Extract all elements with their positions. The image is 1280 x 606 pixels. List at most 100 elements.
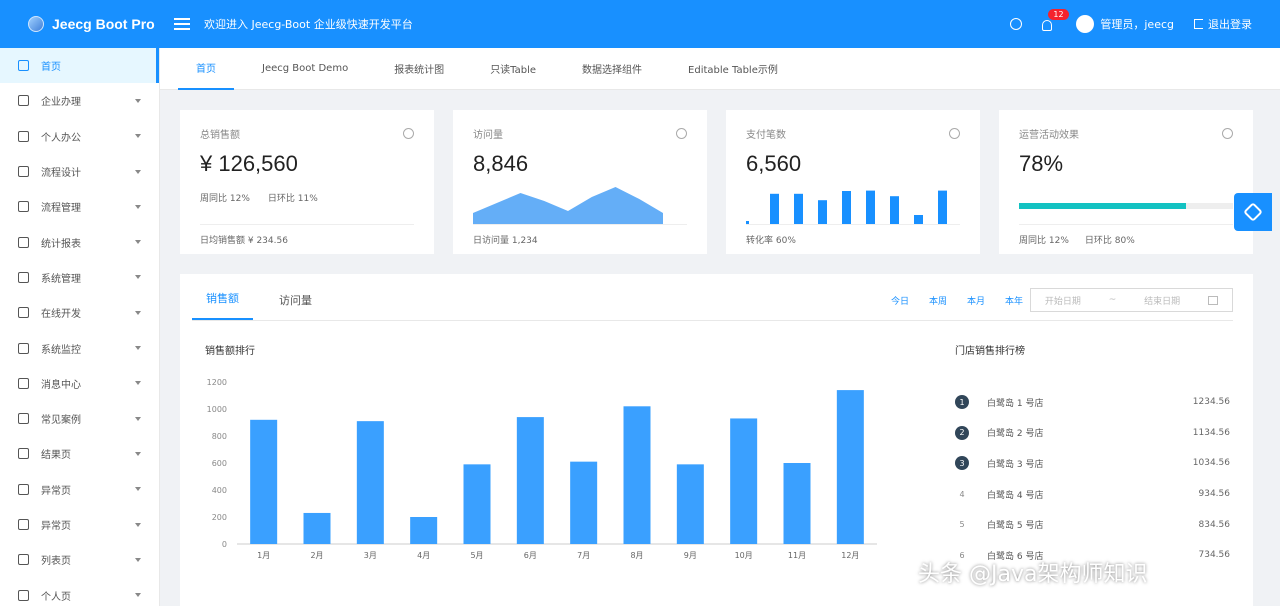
tab[interactable]: Editable Table示例 [670, 48, 796, 90]
info-icon[interactable] [403, 128, 414, 139]
sidebar-item[interactable]: 首页 [0, 48, 159, 84]
x-tick-label: 6月 [524, 551, 537, 560]
tab[interactable]: 数据选择组件 [564, 48, 660, 90]
payment-bar [866, 190, 875, 225]
rank-value: 1034.56 [1192, 458, 1230, 469]
tab-sales[interactable]: 销售额 [192, 290, 253, 320]
sidebar-item[interactable]: 个人页 [0, 577, 159, 606]
date-end: 结束日期 [1144, 296, 1181, 307]
sidebar-item-label: 在线开发 [41, 309, 81, 321]
range-today[interactable]: 今日 [891, 294, 909, 307]
info-icon[interactable] [1222, 128, 1233, 139]
chevron-down-icon [135, 593, 141, 598]
chevron-down-icon [135, 134, 141, 139]
sidebar-item[interactable]: 流程管理 [0, 189, 159, 224]
bell-icon [1042, 20, 1053, 31]
page-tabs: 首页 Jeecg Boot Demo 报表统计图 只读Table 数据选择组件 Edita… [160, 48, 1280, 90]
tab[interactable]: 首页 [178, 48, 234, 90]
sidebar-item[interactable]: 在线开发 [0, 295, 159, 330]
rank-value: 834.56 [1198, 519, 1231, 530]
rank-name: 白鹭岛 3 号店 [987, 459, 1044, 470]
x-tick-label: 11月 [788, 551, 806, 560]
sidebar-item[interactable]: 企业办理 [0, 83, 159, 118]
info-icon[interactable] [949, 128, 960, 139]
sidebar-item[interactable]: 统计报表 [0, 224, 159, 259]
sidebar-item[interactable]: 结果页 [0, 436, 159, 471]
trend-week: 周同比 12% [1019, 236, 1069, 246]
bar-chart-icon [18, 236, 29, 248]
rank-name: 白鹭岛 5 号店 [987, 521, 1044, 532]
chevron-down-icon [135, 522, 141, 527]
x-tick-label: 5月 [470, 551, 483, 560]
logout-button[interactable]: 退出登录 [1194, 16, 1252, 32]
rank-number: 2 [955, 425, 969, 440]
payment-bar [770, 193, 779, 225]
sidebar-item-label: 系统管理 [41, 273, 81, 285]
rank-value: 1234.56 [1192, 397, 1230, 408]
rank-list: 1 白鹭岛 1 号店 1234.56 2 白鹭岛 2 号店 1134.56 3 白鹭岛 3 号… [955, 387, 1230, 571]
sales-bar [516, 417, 544, 544]
visits-area [473, 187, 663, 225]
sidebar-item[interactable]: 系统监控 [0, 330, 159, 365]
chevron-down-icon [135, 275, 141, 280]
trend-week: 周同比 12% [200, 194, 250, 204]
card-value: 8,846 [473, 151, 529, 176]
sidebar-item[interactable]: 个人办公 [0, 119, 159, 154]
trend-day: 日环比 11% [267, 194, 318, 204]
card-value: 6,560 [746, 151, 802, 176]
tab-visits[interactable]: 访问量 [265, 292, 326, 320]
sidebar-item[interactable]: 流程设计 [0, 154, 159, 189]
rank-name: 白鹭岛 4 号店 [987, 490, 1044, 501]
range-month[interactable]: 本月 [967, 294, 985, 307]
chevron-down-icon [135, 346, 141, 351]
chevron-down-icon [135, 557, 141, 562]
logo-icon [28, 16, 44, 32]
sales-bar [410, 517, 438, 544]
tab[interactable]: Jeecg Boot Demo [244, 48, 366, 90]
triangle-icon [18, 519, 29, 530]
sidebar-item[interactable]: 消息中心 [0, 366, 159, 401]
rank-title: 门店销售排行榜 [955, 346, 1025, 357]
clock-icon[interactable] [1010, 18, 1023, 30]
logo[interactable]: Jeecg Boot Pro [0, 0, 160, 48]
card-visits: 访问量 8,846 日访问量 1,234 [453, 110, 707, 254]
rank-row: 1 白鹭岛 1 号店 1234.56 [955, 387, 1230, 418]
sidebar-item[interactable]: 异常页 [0, 507, 159, 542]
sales-bar [783, 463, 811, 544]
date-range-picker[interactable]: 开始日期 ~ 结束日期 [1030, 288, 1233, 312]
y-tick-label: 800 [212, 432, 227, 441]
tab[interactable]: 报表统计图 [376, 48, 462, 90]
card-footer: 日均销售额 ¥ 234.56 [200, 224, 414, 246]
x-tick-label: 8月 [630, 551, 643, 560]
settings-icon [1243, 202, 1263, 222]
payment-bars-svg [746, 190, 971, 225]
range-week[interactable]: 本周 [929, 294, 947, 307]
user-icon [18, 589, 29, 601]
sidebar: 首页 企业办理 个人办公 流程设计 流程管理统计报表系统管理在线开发系统监控 消息中心 常见… [0, 48, 160, 606]
info-icon[interactable] [676, 128, 687, 139]
sidebar-item[interactable]: 常见案例 [0, 401, 159, 436]
sidebar-item-label: 统计报表 [41, 238, 81, 250]
user-menu[interactable]: 管理员，jeecg [1076, 15, 1174, 33]
sidebar-item[interactable]: 列表页 [0, 542, 159, 577]
notification-bell[interactable]: 12 [1042, 9, 1069, 31]
sales-bar [570, 461, 598, 544]
chevron-down-icon [135, 451, 141, 456]
rank-row: 4 白鹭岛 4 号店 934.56 [955, 479, 1230, 510]
sidebar-item[interactable]: 异常页 [0, 472, 159, 507]
x-tick-label: 7月 [577, 551, 590, 560]
rank-row: 3 白鹭岛 3 号店 1034.56 [955, 448, 1230, 479]
visits-area-chart [473, 185, 687, 225]
card-footer: 日访问量 1,234 [473, 224, 687, 246]
sales-bar-chart: 0 200 400 600 800 1000 1200 1月 2月 3月 4月 5月 6月 7月 8月 9月 1… [207, 378, 877, 560]
sales-bar [836, 390, 864, 544]
menu-toggle-icon[interactable] [174, 18, 190, 30]
warning-icon [18, 483, 29, 495]
chevron-down-icon [135, 204, 141, 209]
campaign-progress [1019, 185, 1233, 225]
settings-float-button[interactable] [1234, 193, 1272, 231]
app-name: Jeecg Boot Pro [52, 16, 155, 32]
range-year[interactable]: 本年 [1005, 294, 1023, 307]
tab[interactable]: 只读Table [472, 48, 554, 90]
sidebar-item[interactable]: 系统管理 [0, 260, 159, 295]
